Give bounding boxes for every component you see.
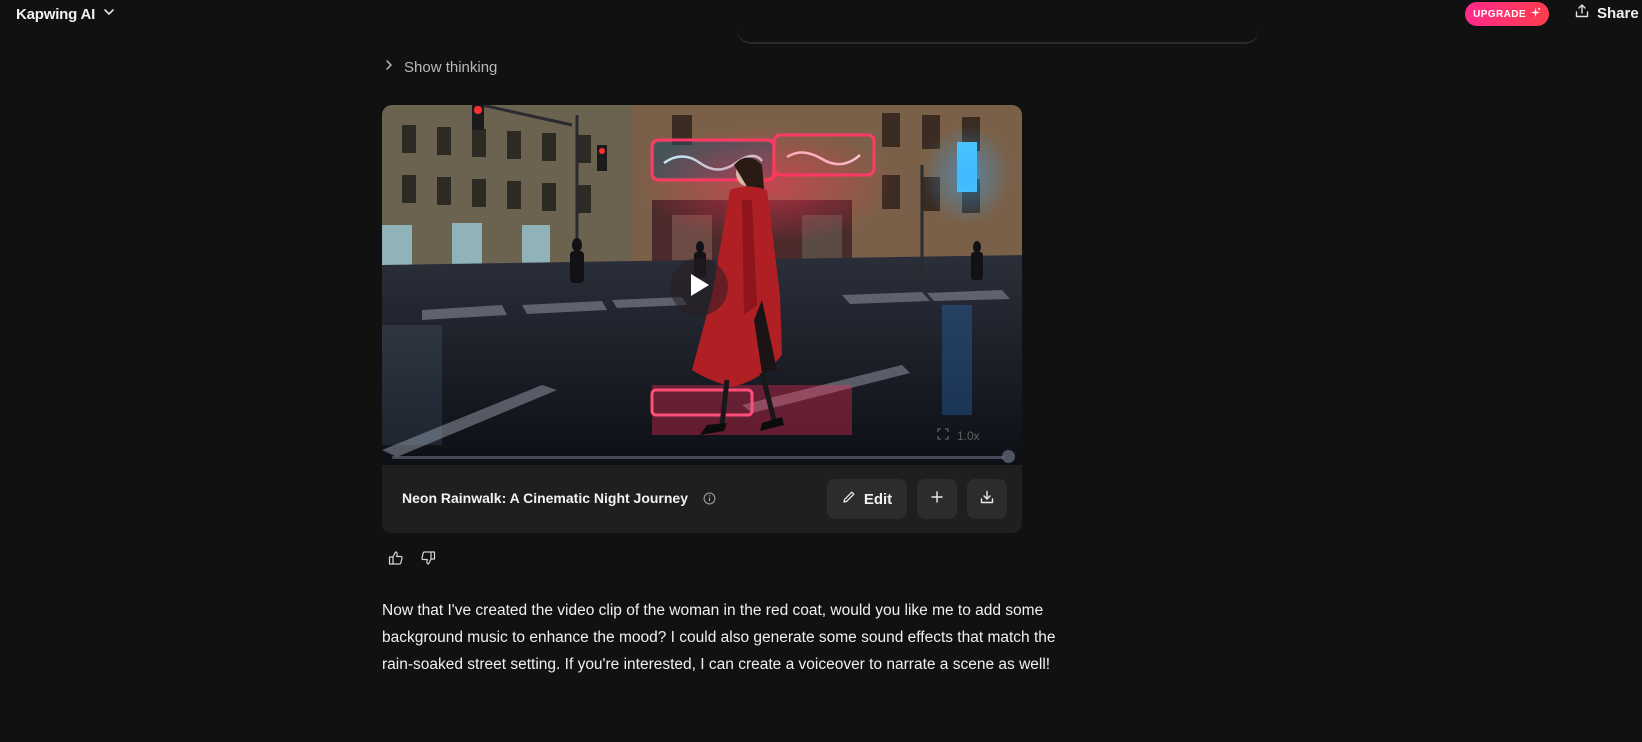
video-player[interactable]: 1.0x: [382, 105, 1022, 465]
info-icon[interactable]: [703, 492, 716, 510]
plus-icon: [931, 490, 943, 508]
video-controls-overlay: 1.0x: [937, 428, 980, 443]
download-icon: [980, 490, 994, 509]
share-label: Share: [1597, 5, 1639, 22]
edit-label: Edit: [863, 490, 893, 508]
add-button[interactable]: [917, 479, 957, 519]
share-icon: [1575, 4, 1589, 23]
chevron-down-icon: [101, 4, 117, 25]
thumbs-down-icon[interactable]: [418, 548, 438, 568]
show-thinking-label: Show thinking: [404, 58, 498, 76]
sparkle-icon: [1530, 7, 1541, 21]
chevron-right-icon: [384, 58, 394, 76]
upgrade-label: UPGRADE: [1473, 8, 1526, 20]
video-card: 1.0x Neon Rainwalk: A Cinematic Night Jo…: [382, 105, 1022, 533]
share-button[interactable]: Share: [1575, 4, 1639, 23]
thumbs-up-icon[interactable]: [386, 548, 406, 568]
upgrade-button[interactable]: UPGRADE: [1465, 2, 1549, 26]
show-thinking-toggle[interactable]: Show thinking: [384, 58, 497, 76]
pencil-icon: [842, 490, 856, 509]
assistant-message: Now that I've created the video clip of …: [382, 602, 1056, 673]
previous-message-edge: [737, 22, 1259, 44]
feedback-buttons: [386, 548, 438, 568]
video-card-footer: Neon Rainwalk: A Cinematic Night Journey…: [382, 465, 1022, 533]
playback-speed[interactable]: 1.0x: [957, 429, 980, 443]
edit-button[interactable]: Edit: [827, 479, 907, 519]
play-icon: [687, 272, 711, 303]
video-progress-handle[interactable]: [1002, 450, 1015, 463]
video-title: Neon Rainwalk: A Cinematic Night Journey: [402, 490, 689, 506]
fullscreen-icon[interactable]: [937, 428, 949, 443]
app-title: Kapwing AI: [16, 6, 96, 23]
video-progress-bar[interactable]: [392, 456, 1004, 459]
play-button[interactable]: [670, 258, 728, 316]
app-switcher[interactable]: Kapwing AI: [16, 4, 117, 25]
download-button[interactable]: [967, 479, 1007, 519]
